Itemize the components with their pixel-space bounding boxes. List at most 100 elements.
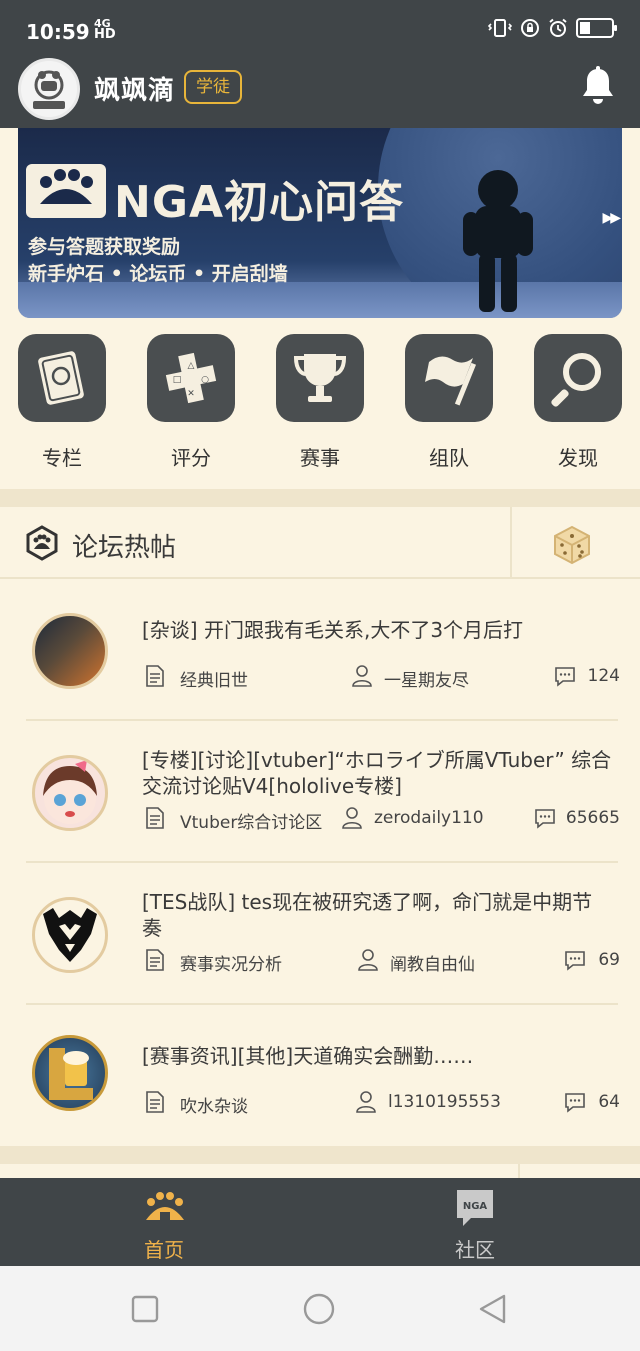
astronaut-icon	[463, 170, 533, 312]
post-item[interactable]: [杂谈] 开门跟我有毛关系,大不了3个月后打 经典旧世 一星期友尽 124	[0, 579, 640, 721]
post-author[interactable]: 阐教自由仙	[390, 950, 475, 975]
forum-doc-icon	[146, 949, 164, 971]
post-avatar[interactable]	[32, 1035, 108, 1111]
battery-icon	[576, 18, 617, 38]
quick-nav-team[interactable]: 组队	[404, 334, 494, 471]
svg-text:□: □	[173, 375, 182, 385]
home-circle-icon[interactable]	[302, 1292, 336, 1326]
system-nav-bar	[0, 1266, 640, 1351]
post-avatar[interactable]	[32, 613, 108, 689]
quick-nav-label: 发现	[558, 446, 598, 470]
post-meta: 赛事实况分析 阐教自由仙 69	[142, 949, 620, 975]
tab-home-label: 首页	[144, 1238, 184, 1262]
nga-paw-icon	[26, 525, 58, 561]
banner-title: NGA初心问答	[114, 177, 404, 228]
post-forum[interactable]: 赛事实况分析	[180, 950, 282, 975]
tab-community-label: 社区	[455, 1238, 495, 1262]
post-meta: Vtuber综合讨论区 zerodaily110 65665	[142, 807, 620, 833]
tab-community[interactable]: NGA 社区	[415, 1178, 535, 1266]
hot-posts-title: 论坛热帖	[72, 533, 177, 563]
post-replies: 65665	[565, 808, 620, 828]
comment-icon	[555, 667, 575, 687]
nga-paw-logo	[26, 164, 106, 218]
community-chat-icon: NGA	[457, 1190, 493, 1226]
next-section-peek	[0, 1164, 640, 1178]
trophy-icon	[276, 334, 364, 422]
post-forum[interactable]: 吹水杂谈	[180, 1092, 248, 1117]
network-indicator: 4G HD	[94, 18, 116, 42]
forum-doc-icon	[146, 807, 164, 829]
gamepad-icon: △ □ ○ ✕	[147, 334, 235, 422]
magnifier-icon	[534, 334, 622, 422]
post-forum[interactable]: 经典旧世	[180, 666, 248, 691]
post-forum[interactable]: Vtuber综合讨论区	[180, 808, 322, 833]
banner-subtitle-1: 参与答题获取奖励	[28, 236, 181, 258]
bottom-tab-bar: 首页 NGA 社区	[0, 1178, 640, 1266]
double-chevron-right-icon[interactable]: ▶▶	[602, 210, 620, 226]
network-hd: HD	[94, 27, 116, 42]
comment-icon	[565, 951, 585, 971]
post-replies: 69	[598, 950, 620, 970]
post-replies: 124	[587, 666, 620, 686]
post-author[interactable]: 一星期友尽	[384, 666, 469, 691]
status-bar: 10:59 4G HD	[0, 0, 640, 64]
section-divider	[0, 489, 640, 507]
quick-nav-events[interactable]: 赛事	[275, 334, 365, 471]
bell-icon[interactable]	[580, 66, 616, 106]
post-item[interactable]: [TES战队] tes现在被研究透了啊，命门就是中期节奏 赛事实况分析 阐教自由…	[0, 863, 640, 1005]
post-item[interactable]: [赛事资讯][其他]天道确实会酬勤…… 吹水杂谈 l1310195553 64	[0, 1005, 640, 1147]
quick-nav-discover[interactable]: 发现	[533, 334, 623, 471]
lock-rotation-icon	[521, 19, 539, 37]
post-title: [赛事资讯][其他]天道确实会酬勤……	[142, 1044, 474, 1068]
book-icon	[18, 334, 106, 422]
svg-text:○: ○	[201, 375, 209, 385]
user-icon	[352, 665, 372, 687]
post-avatar[interactable]	[32, 755, 108, 831]
quick-nav: 专栏 △ □ ○ ✕ 评分 赛事 组队 发现	[0, 334, 640, 484]
post-meta: 经典旧世 一星期友尽 124	[142, 665, 620, 691]
svg-text:✕: ✕	[187, 389, 195, 399]
quick-nav-column[interactable]: 专栏	[17, 334, 107, 471]
post-item[interactable]: [专楼][讨论][vtuber]“ホロライブ所属VTuber” 综合交流讨论贴V…	[0, 721, 640, 863]
user-icon	[342, 807, 362, 829]
alarm-icon	[549, 18, 567, 37]
back-triangle-icon[interactable]	[476, 1292, 510, 1326]
promo-banner[interactable]: NGA初心问答 参与答题获取奖励 新手炉石 • 论坛币 • 开启刮墙 ▶▶	[18, 128, 622, 318]
post-replies: 64	[598, 1092, 620, 1112]
forum-doc-icon	[146, 665, 164, 687]
vibrate-icon	[488, 19, 512, 37]
user-icon	[356, 1091, 376, 1113]
user-icon	[358, 949, 378, 971]
community-badge: NGA	[463, 1201, 488, 1212]
post-meta: 吹水杂谈 l1310195553 64	[142, 1091, 620, 1117]
banner-subtitle-2: 新手炉石 • 论坛币 • 开启刮墙	[28, 263, 288, 285]
recent-apps-icon[interactable]	[128, 1292, 162, 1326]
post-author[interactable]: l1310195553	[388, 1092, 501, 1112]
section-divider	[0, 1146, 640, 1164]
post-title: [杂谈] 开门跟我有毛关系,大不了3个月后打	[142, 618, 524, 642]
quick-nav-label: 组队	[429, 446, 469, 470]
post-title: [TES战队] tes现在被研究透了啊，命门就是中期节奏	[142, 890, 593, 940]
post-avatar[interactable]	[32, 897, 108, 973]
username[interactable]: 飒飒滴	[94, 70, 175, 107]
comment-icon	[535, 809, 555, 829]
flag-icon	[405, 334, 493, 422]
home-paw-icon	[146, 1192, 184, 1220]
quick-nav-rating[interactable]: △ □ ○ ✕ 评分	[146, 334, 236, 471]
post-title: [专楼][讨论][vtuber]“ホロライブ所属VTuber” 综合交流讨论贴V…	[142, 748, 612, 798]
status-time: 10:59	[26, 20, 90, 44]
rank-badge: 学徒	[184, 70, 242, 104]
header-separator	[510, 507, 512, 579]
quick-nav-label: 专栏	[42, 446, 82, 470]
hot-posts-header: 论坛热帖	[0, 507, 640, 579]
post-author[interactable]: zerodaily110	[374, 808, 484, 828]
quick-nav-label: 赛事	[300, 446, 340, 470]
comment-icon	[565, 1093, 585, 1113]
tab-home[interactable]: 首页	[104, 1178, 224, 1266]
forum-doc-icon	[146, 1091, 164, 1113]
svg-text:△: △	[188, 361, 195, 371]
user-avatar[interactable]	[18, 58, 80, 120]
top-bar: 10:59 4G HD 飒飒滴 学徒	[0, 0, 640, 128]
dice-icon[interactable]	[552, 525, 592, 565]
quick-nav-label: 评分	[171, 446, 211, 470]
